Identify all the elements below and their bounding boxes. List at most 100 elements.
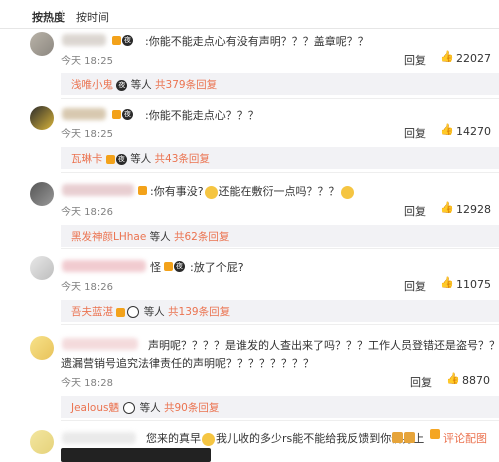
thumbs-down-icons: [392, 430, 416, 443]
avatar[interactable]: [30, 182, 54, 206]
laugh-emoji-icon: [202, 432, 215, 446]
comment-item: 声明呢？？？？是谁发的人查出来了吗？？？工作人员登错还是盗号？？？？ 遗漏营销号…: [0, 326, 499, 418]
comment-time: 今天 18:25: [61, 56, 113, 67]
reply-count[interactable]: 共62条回复: [174, 231, 229, 243]
crown-icon: [112, 109, 121, 119]
reply-summary[interactable]: 浅唯小鬼 夜 等人 共379条回复: [61, 73, 499, 95]
crown-icon: [105, 154, 115, 164]
comment-text-part: 您来的真早: [146, 432, 201, 445]
comment-item: 夜 :你能不能走点心？？？ 今天 18:25 回复 👍 14270 瓦琳卡 夜 …: [0, 100, 499, 172]
member-icon: 夜: [116, 79, 128, 91]
comment-image-thumbnail[interactable]: [61, 448, 211, 462]
comment-text: :放了个屁?: [190, 261, 244, 274]
comment-time: 今天 18:28: [61, 378, 113, 389]
username-blurred[interactable]: [62, 108, 106, 120]
like-count[interactable]: 22027: [456, 52, 491, 65]
crown-icon: [116, 307, 126, 317]
reply-user[interactable]: 黑发神颜LHhae: [71, 231, 146, 243]
reply-count[interactable]: 共90条回复: [164, 402, 219, 414]
panda-icon: [127, 306, 140, 318]
reply-summary[interactable]: Jealous魉 等人 共90条回复: [61, 396, 499, 418]
comment-image-link[interactable]: 评论配图: [443, 430, 487, 446]
sort-by-time[interactable]: 按时间: [76, 9, 109, 25]
comment-text-line2: 遗漏营销号追究法律责任的声明呢？？？？？？？？: [61, 357, 314, 370]
reply-user[interactable]: 瓦琳卡: [71, 153, 103, 165]
reply-button[interactable]: 回复: [404, 203, 426, 219]
panda-icon: [123, 402, 136, 414]
like-count[interactable]: 8870: [462, 374, 490, 387]
reply-summary[interactable]: 瓦琳卡 夜 等人 共43条回复: [61, 147, 499, 169]
vip-badges: [138, 183, 148, 196]
reply-user[interactable]: 吾夫蓝湛: [71, 306, 113, 318]
avatar[interactable]: [30, 256, 54, 280]
reply-mid: 等人: [130, 79, 152, 91]
divider: [61, 98, 499, 99]
username-blurred[interactable]: [62, 34, 106, 46]
like-count[interactable]: 14270: [456, 125, 491, 138]
reply-button[interactable]: 回复: [404, 125, 426, 141]
comment-text: :你能不能走点心？？？: [145, 109, 259, 122]
divider: [61, 324, 499, 325]
reply-summary[interactable]: 吾夫蓝湛 等人 共139条回复: [61, 300, 499, 322]
comment-text: :你有事没? 还能在敷衍一点吗？？？: [150, 183, 355, 199]
comment-item: 怪 夜 :放了个屁? 今天 18:26 回复 👍 11075 吾夫蓝湛 等人 共…: [0, 250, 499, 322]
reply-count[interactable]: 共139条回复: [168, 306, 230, 318]
divider: [61, 248, 499, 249]
reply-mid: 等人: [149, 231, 171, 243]
thumbs-up-icon[interactable]: 👍: [440, 123, 454, 136]
avatar[interactable]: [30, 430, 54, 454]
avatar[interactable]: [30, 32, 54, 56]
reply-button[interactable]: 回复: [410, 374, 432, 390]
thumbs-down-icon: [404, 431, 415, 443]
reply-user[interactable]: Jealous魉: [71, 402, 119, 414]
thumbs-up-icon[interactable]: 👍: [440, 276, 454, 289]
comment-item: 您来的真早 我儿收的多少rs能不能给我反馈到你们身上 评论配图: [0, 422, 499, 462]
reply-count[interactable]: 共379条回复: [155, 79, 217, 91]
comment-item: 夜 :你能不能走点心有没有声明？？？盖章呢？？ 今天 18:25 回复 👍 22…: [0, 28, 499, 98]
like-count[interactable]: 11075: [456, 278, 491, 291]
comment-text-line1: 声明呢？？？？是谁发的人查出来了吗？？？工作人员登错还是盗号？？？？: [148, 339, 499, 352]
reply-mid: 等人: [143, 306, 165, 318]
sort-bar: 按热度 按时间: [0, 0, 499, 29]
reply-user[interactable]: 浅唯小鬼: [71, 79, 113, 91]
vip-badges: 夜: [164, 259, 185, 272]
crown-icon: [112, 35, 121, 45]
image-icon: [430, 429, 440, 439]
thumbs-up-icon[interactable]: 👍: [446, 372, 460, 385]
comment-text-part: :你有事没?: [150, 185, 204, 198]
avatar[interactable]: [30, 106, 54, 130]
member-icon: 夜: [122, 34, 133, 46]
divider: [61, 172, 499, 173]
username-blurred[interactable]: [62, 338, 138, 350]
comment-time: 今天 18:26: [61, 207, 113, 218]
comment-text-part: 还能在敷衍一点吗？？？: [218, 185, 340, 198]
username-blurred[interactable]: [62, 432, 136, 444]
reply-summary[interactable]: 黑发神颜LHhae 等人 共62条回复: [61, 225, 499, 247]
reply-button[interactable]: 回复: [404, 278, 426, 294]
comment-item: :你有事没? 还能在敷衍一点吗？？？ 今天 18:26 回复 👍 12928 黑发…: [0, 174, 499, 247]
sort-by-hot[interactable]: 按热度: [32, 9, 65, 25]
comment-text: 您来的真早 我儿收的多少rs能不能给我反馈到你们身上: [146, 430, 424, 446]
username-blurred[interactable]: [62, 184, 134, 196]
wink-emoji-icon: [340, 185, 354, 199]
reply-button[interactable]: 回复: [404, 52, 426, 68]
comment-text: :你能不能走点心有没有声明？？？盖章呢？？: [145, 35, 369, 48]
vip-badges: 夜: [112, 33, 133, 46]
member-icon: 夜: [174, 260, 185, 272]
thumbs-up-icon[interactable]: 👍: [440, 50, 454, 63]
reply-mid: 等人: [139, 402, 161, 414]
avatar[interactable]: [30, 336, 54, 360]
username-blurred[interactable]: [62, 260, 146, 272]
reply-count[interactable]: 共43条回复: [155, 153, 210, 165]
comment-time: 今天 18:26: [61, 282, 113, 293]
reply-mid: 等人: [130, 153, 152, 165]
crown-icon: [138, 185, 147, 195]
username-tail[interactable]: 怪: [150, 259, 161, 275]
crown-icon: [164, 261, 173, 271]
member-icon: 夜: [115, 153, 127, 165]
thumbs-up-icon[interactable]: 👍: [440, 201, 454, 214]
vip-badges: 夜: [112, 107, 133, 120]
divider: [61, 420, 499, 421]
member-icon: 夜: [122, 108, 133, 120]
like-count[interactable]: 12928: [456, 203, 491, 216]
